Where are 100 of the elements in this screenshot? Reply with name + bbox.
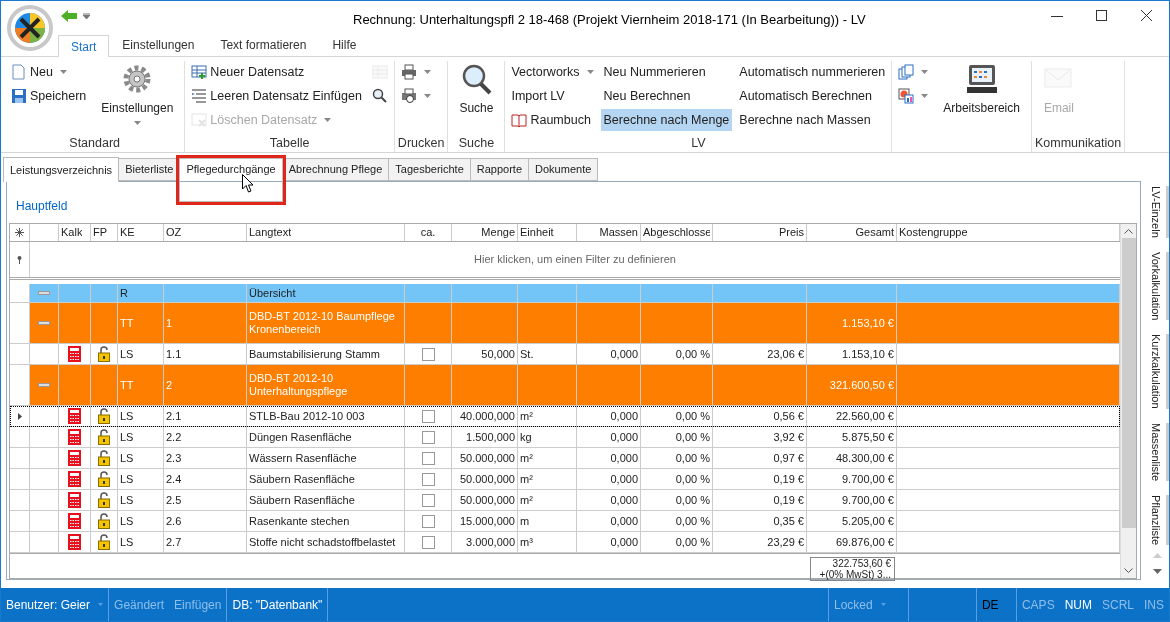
document-tab[interactable]: Rapporte bbox=[469, 158, 530, 181]
filter-hint[interactable]: Hier klicken, um einen Filter zu definieren bbox=[474, 251, 676, 268]
column-header[interactable]: FP bbox=[93, 224, 108, 241]
column-header[interactable]: Gesamt bbox=[855, 224, 894, 241]
scroll-down-icon[interactable] bbox=[1124, 568, 1133, 574]
table-cell: m² bbox=[520, 472, 533, 486]
column-header[interactable]: Langtext bbox=[249, 224, 292, 241]
table-cell: 0,00 % bbox=[675, 514, 710, 528]
scroll-up-icon[interactable] bbox=[1124, 228, 1133, 234]
table-cell: m bbox=[520, 514, 530, 528]
ribbon-tab[interactable]: Hilfe bbox=[319, 34, 370, 56]
open-padlock-icon bbox=[98, 346, 110, 362]
column-header[interactable]: OZ bbox=[166, 224, 182, 241]
table-cell: 9.700,00 € bbox=[842, 472, 894, 486]
table-cell: TT bbox=[120, 378, 134, 392]
ribbon-tab[interactable]: Start bbox=[58, 35, 110, 57]
table-cell: STLB-Bau 2012-10 003 bbox=[249, 409, 365, 423]
maximize-icon[interactable] bbox=[1096, 10, 1107, 21]
ribbon-button[interactable]: Import LV bbox=[508, 85, 597, 107]
document-tab[interactable]: Pflegedurchgänge bbox=[179, 158, 283, 202]
column-header[interactable]: Preis bbox=[778, 224, 804, 241]
ribbon-button[interactable]: Neu Berechnen bbox=[600, 85, 733, 107]
ribbon-button[interactable]: Suche bbox=[451, 61, 502, 131]
table-cell: 15.000,000 bbox=[459, 514, 515, 528]
checkbox[interactable] bbox=[421, 347, 435, 361]
back-arrow-icon[interactable] bbox=[61, 10, 77, 22]
checkbox[interactable] bbox=[421, 409, 435, 423]
table-cell: 1.1 bbox=[166, 347, 182, 361]
column-header[interactable]: Menge bbox=[481, 224, 515, 241]
column-header[interactable]: KE bbox=[120, 224, 135, 241]
document-tab[interactable]: Dokumente bbox=[528, 158, 599, 181]
checkbox[interactable] bbox=[421, 514, 435, 528]
vertical-scrollbar[interactable] bbox=[1120, 224, 1136, 578]
breadcrumb-link[interactable]: Hauptfeld bbox=[16, 197, 68, 215]
status-item: DB: "Datenbank" bbox=[227, 588, 329, 621]
side-tab[interactable]: LV-Einzeln bbox=[1145, 186, 1169, 238]
table-cell: 0,56 € bbox=[773, 409, 804, 423]
side-tab[interactable]: Kurzkalkulation bbox=[1145, 334, 1169, 409]
ribbon-button[interactable]: Neuer Datensatz bbox=[188, 61, 365, 83]
table-cell: TT bbox=[120, 316, 134, 330]
scroll-up-icon bbox=[1152, 553, 1162, 558]
side-tab[interactable]: Vorkalkulation bbox=[1145, 251, 1169, 321]
ribbon-button[interactable]: Automatisch Berechnen bbox=[736, 85, 889, 107]
status-item: Einfügen bbox=[169, 588, 228, 621]
insert-row-icon bbox=[191, 88, 208, 104]
app-logo[interactable] bbox=[7, 5, 53, 51]
table-cell: St. bbox=[520, 347, 534, 361]
ribbon-button[interactable]: Neu Nummerieren bbox=[600, 61, 733, 83]
table-cell: 0,000 bbox=[610, 535, 638, 549]
checkbox[interactable] bbox=[421, 451, 435, 465]
side-tab[interactable]: Pflanzliste bbox=[1145, 494, 1169, 546]
column-header[interactable]: Einheit bbox=[520, 224, 554, 241]
ribbon-tab[interactable]: Text formatieren bbox=[207, 34, 320, 56]
document-tab[interactable]: Tagesberichte bbox=[388, 158, 471, 181]
table-cell: LS bbox=[120, 472, 134, 486]
document-tab[interactable]: Leistungsverzeichnis bbox=[3, 157, 120, 182]
minimize-icon[interactable] bbox=[1051, 16, 1063, 18]
side-tab[interactable]: Massenliste bbox=[1145, 422, 1169, 481]
ribbon-button[interactable]: Einstellungen bbox=[93, 61, 182, 131]
document-icon bbox=[11, 64, 27, 80]
table-cell: LS bbox=[120, 347, 134, 361]
column-header[interactable]: ca. bbox=[420, 224, 436, 241]
ribbon-button[interactable]: Neu bbox=[8, 61, 90, 83]
ribbon-tab[interactable]: Einstellungen bbox=[109, 34, 208, 56]
table-cell: LS bbox=[120, 493, 134, 507]
ribbon-button[interactable]: Arbeitsbereich bbox=[935, 61, 1028, 131]
ribbon-button[interactable]: Speichern bbox=[8, 85, 90, 107]
ribbon-button[interactable]: Berechne nach Massen bbox=[736, 109, 889, 131]
dropdown-caret-icon[interactable] bbox=[83, 13, 90, 19]
total-line: 322.753,60 € bbox=[831, 558, 891, 569]
ribbon-button[interactable]: Raumbuch bbox=[508, 109, 597, 131]
column-header[interactable]: Kostengruppe bbox=[899, 224, 968, 241]
open-padlock-icon bbox=[98, 534, 110, 550]
checkbox[interactable] bbox=[421, 430, 435, 444]
table-cell: 2.2 bbox=[166, 430, 182, 444]
close-icon[interactable] bbox=[1141, 10, 1152, 21]
checkbox[interactable] bbox=[421, 472, 435, 486]
ribbon-button[interactable]: Vectorworks bbox=[508, 61, 597, 83]
checkbox[interactable] bbox=[421, 493, 435, 507]
checkbox[interactable] bbox=[421, 535, 435, 549]
table-cell: kg bbox=[520, 430, 532, 444]
column-header[interactable]: Kalk bbox=[61, 224, 83, 241]
collapse-icon bbox=[38, 383, 50, 387]
ribbon-button[interactable]: Berechne nach Menge bbox=[600, 109, 733, 131]
column-header[interactable]: Massen bbox=[599, 224, 638, 241]
table-cell: 0,000 bbox=[610, 493, 638, 507]
table-cell: 0,000 bbox=[610, 451, 638, 465]
status-dropdown[interactable]: Benutzer: Geier bbox=[1, 588, 110, 621]
table-cell: 2.7 bbox=[166, 535, 182, 549]
total-line: +(0% MwSt) 3... bbox=[818, 569, 891, 580]
scroll-thumb[interactable] bbox=[1121, 238, 1136, 528]
table-cell: 1.153,10 € bbox=[842, 316, 894, 330]
table-cell: 1.153,10 € bbox=[842, 347, 894, 361]
ribbon-button[interactable]: Automatisch nummerieren bbox=[736, 61, 889, 83]
table-cell: 5.875,50 € bbox=[842, 430, 894, 444]
ribbon-button[interactable]: Leeren Datensatz Einfügen bbox=[188, 85, 365, 107]
table-cell: 0,19 € bbox=[773, 493, 804, 507]
table-cell: 0,00 % bbox=[675, 430, 710, 444]
table-cell: m³ bbox=[520, 535, 533, 549]
open-padlock-icon bbox=[98, 492, 110, 508]
